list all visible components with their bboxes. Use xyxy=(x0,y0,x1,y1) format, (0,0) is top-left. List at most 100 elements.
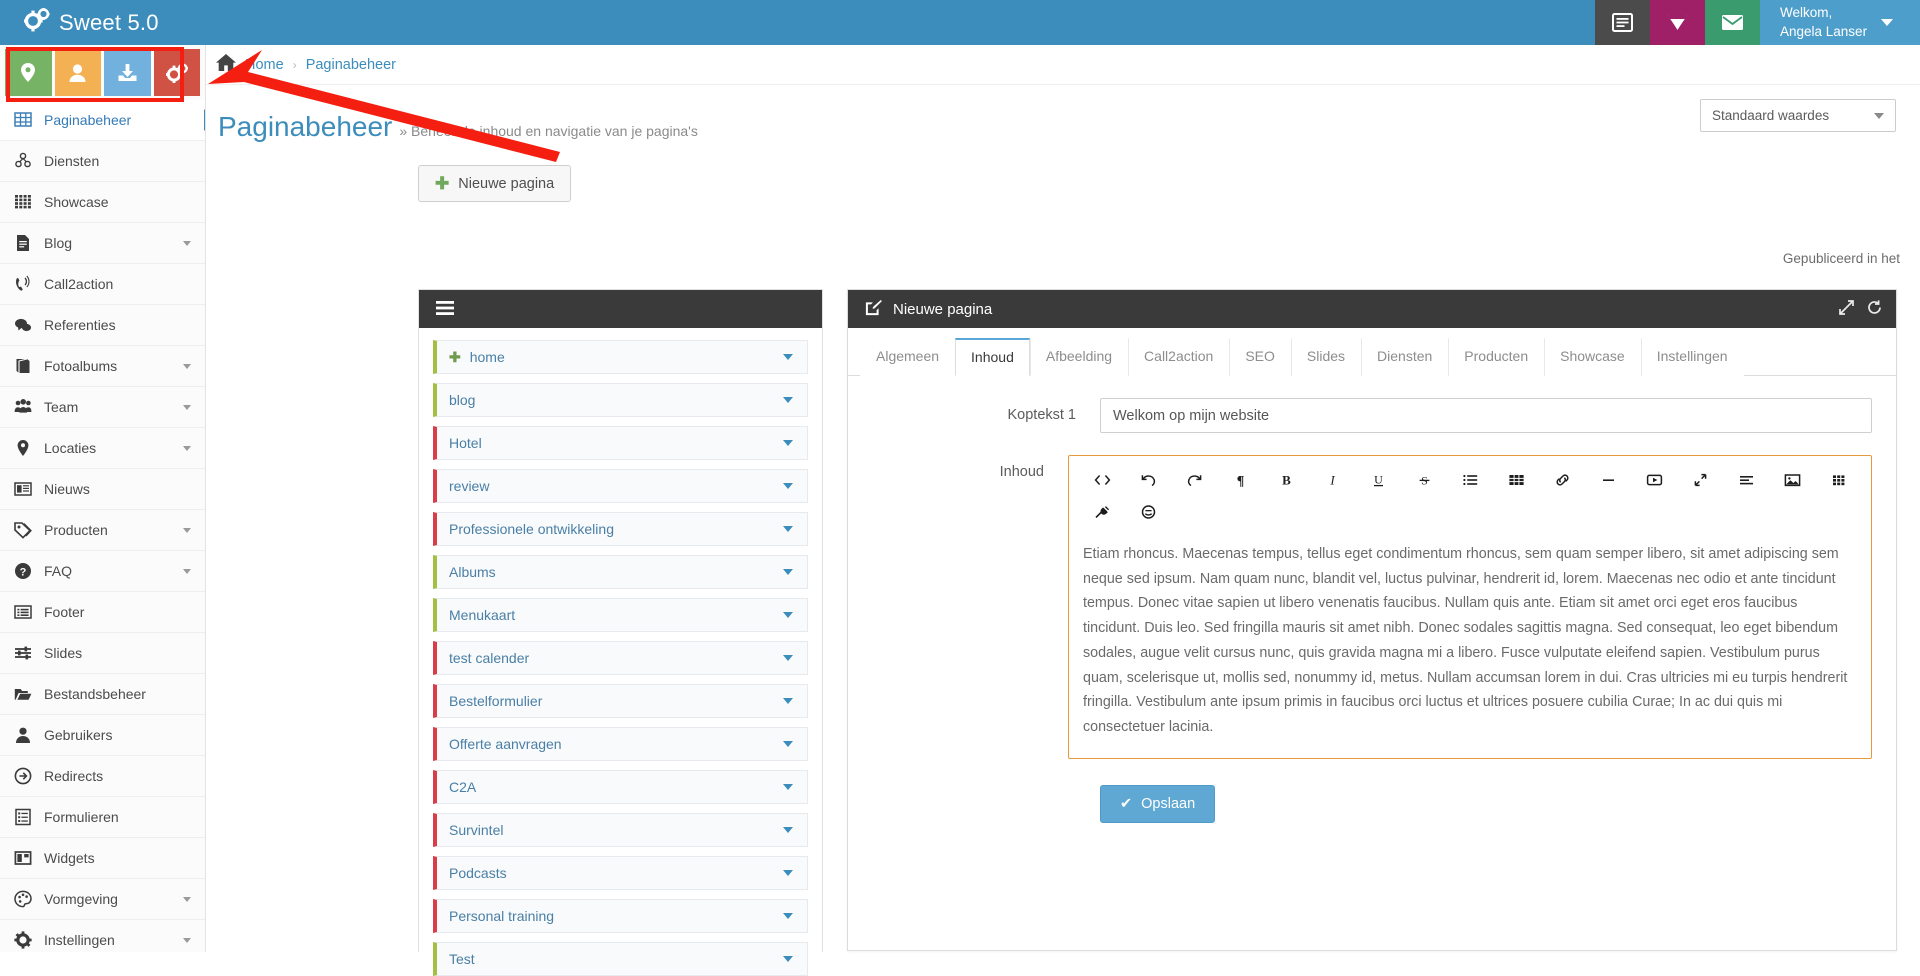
sidebar-item-locaties[interactable]: Locaties xyxy=(0,428,205,469)
hamburger-icon[interactable] xyxy=(436,301,454,318)
page-tree-item[interactable]: Podcasts xyxy=(433,856,808,890)
rich-text-editor[interactable]: ¶BIUS Etiam rhoncus. Maecenas tempus, te… xyxy=(1068,455,1872,759)
sidebar-item-formulieren[interactable]: Formulieren xyxy=(0,797,205,838)
fullscreen-icon[interactable] xyxy=(1677,464,1723,496)
save-button[interactable]: ✔ Opslaan xyxy=(1100,785,1215,823)
underline-icon[interactable]: U xyxy=(1355,464,1401,496)
sidebar-item-footer[interactable]: Footer xyxy=(0,592,205,633)
plugin-icon[interactable] xyxy=(1079,496,1125,528)
sidebar-item-team[interactable]: Team xyxy=(0,387,205,428)
chevron-down-icon[interactable] xyxy=(783,569,793,575)
breadcrumb-current[interactable]: Paginabeheer xyxy=(306,57,396,73)
rte-content-area[interactable]: Etiam rhoncus. Maecenas tempus, tellus e… xyxy=(1069,532,1871,758)
page-tree-item[interactable]: Bestelformulier xyxy=(433,684,808,718)
page-tree-item[interactable]: blog xyxy=(433,383,808,417)
sidebar-item-redirects[interactable]: Redirects xyxy=(0,756,205,797)
sidebar-item-fotoalbums[interactable]: Fotoalbums xyxy=(0,346,205,387)
quick-action-user[interactable] xyxy=(55,49,102,96)
video-icon[interactable] xyxy=(1631,464,1677,496)
quick-action-settings[interactable] xyxy=(154,49,201,96)
user-menu[interactable]: Welkom, Angela Lanser xyxy=(1760,0,1920,45)
sidebar-item-instellingen[interactable]: Instellingen xyxy=(0,920,205,952)
tab-call2action[interactable]: Call2action xyxy=(1128,338,1229,376)
chevron-down-icon[interactable] xyxy=(783,741,793,747)
page-tree-item[interactable]: Albums xyxy=(433,555,808,589)
align-icon[interactable] xyxy=(1723,464,1769,496)
bullet-list-icon[interactable] xyxy=(1447,464,1493,496)
tab-instellingen[interactable]: Instellingen xyxy=(1641,338,1744,376)
page-tree-item[interactable]: Test xyxy=(433,942,808,976)
strikethrough-icon[interactable]: S xyxy=(1401,464,1447,496)
quick-action-download[interactable] xyxy=(104,49,151,96)
sidebar-item-nieuws[interactable]: Nieuws xyxy=(0,469,205,510)
page-tree-item[interactable]: Offerte aanvragen xyxy=(433,727,808,761)
page-tree-item[interactable]: Menukaart xyxy=(433,598,808,632)
chevron-down-icon[interactable] xyxy=(783,397,793,403)
sidebar-item-referenties[interactable]: Referenties xyxy=(0,305,205,346)
tab-seo[interactable]: SEO xyxy=(1229,338,1291,376)
sidebar-item-call2action[interactable]: Call2action xyxy=(0,264,205,305)
sidebar-item-widgets[interactable]: Widgets xyxy=(0,838,205,879)
home-icon[interactable] xyxy=(216,54,236,75)
sidebar-item-blog[interactable]: Blog xyxy=(0,223,205,264)
chevron-down-icon[interactable] xyxy=(783,354,793,360)
tab-diensten[interactable]: Diensten xyxy=(1361,338,1448,376)
page-tree-item[interactable]: Personal training xyxy=(433,899,808,933)
blocks-icon[interactable] xyxy=(1815,464,1861,496)
page-tree-item[interactable]: C2A xyxy=(433,770,808,804)
chevron-down-icon[interactable] xyxy=(783,655,793,661)
tab-algemeen[interactable]: Algemeen xyxy=(860,338,955,376)
koptekst-input[interactable]: Welkom op mijn website xyxy=(1100,398,1872,433)
tab-slides[interactable]: Slides xyxy=(1291,338,1361,376)
new-page-button[interactable]: ✚ Nieuwe pagina xyxy=(418,165,571,202)
diamond-icon[interactable] xyxy=(1650,0,1705,45)
refresh-icon[interactable] xyxy=(1867,300,1882,319)
sidebar-item-faq[interactable]: ?FAQ xyxy=(0,551,205,592)
undo-icon[interactable] xyxy=(1125,464,1171,496)
emoji-icon[interactable] xyxy=(1125,496,1171,528)
chevron-down-icon[interactable] xyxy=(783,698,793,704)
table-icon[interactable] xyxy=(1493,464,1539,496)
source-code-icon[interactable] xyxy=(1079,464,1125,496)
chevron-down-icon[interactable] xyxy=(783,526,793,532)
tab-showcase[interactable]: Showcase xyxy=(1544,338,1641,376)
horizontal-rule-icon[interactable] xyxy=(1585,464,1631,496)
chevron-down-icon[interactable] xyxy=(783,956,793,962)
sidebar-item-producten[interactable]: Producten xyxy=(0,510,205,551)
tab-afbeelding[interactable]: Afbeelding xyxy=(1030,338,1128,376)
redo-icon[interactable] xyxy=(1171,464,1217,496)
chevron-down-icon[interactable] xyxy=(783,827,793,833)
breadcrumb-home[interactable]: Home xyxy=(245,57,284,73)
bold-icon[interactable]: B xyxy=(1263,464,1309,496)
expand-icon[interactable] xyxy=(1839,300,1854,319)
chevron-down-icon[interactable] xyxy=(783,870,793,876)
tab-producten[interactable]: Producten xyxy=(1448,338,1544,376)
sidebar-item-gebruikers[interactable]: Gebruikers xyxy=(0,715,205,756)
italic-icon[interactable]: I xyxy=(1309,464,1355,496)
page-tree-item[interactable]: Hotel xyxy=(433,426,808,460)
chevron-down-icon[interactable] xyxy=(783,913,793,919)
page-tree-item[interactable]: Survintel xyxy=(433,813,808,847)
quick-action-map-marker[interactable] xyxy=(5,49,52,96)
sidebar-item-vormgeving[interactable]: Vormgeving xyxy=(0,879,205,920)
page-tree-item[interactable]: review xyxy=(433,469,808,503)
page-tree-item[interactable]: ✚home xyxy=(433,340,808,374)
sidebar-item-paginabeheer[interactable]: Paginabeheer xyxy=(0,100,205,141)
paragraph-icon[interactable]: ¶ xyxy=(1217,464,1263,496)
sidebar-item-showcase[interactable]: Showcase xyxy=(0,182,205,223)
chevron-down-icon[interactable] xyxy=(783,612,793,618)
page-tree-item[interactable]: test calender xyxy=(433,641,808,675)
sidebar-item-slides[interactable]: Slides xyxy=(0,633,205,674)
envelope-icon[interactable] xyxy=(1705,0,1760,45)
chevron-down-icon[interactable] xyxy=(783,440,793,446)
tab-inhoud[interactable]: Inhoud xyxy=(955,338,1030,376)
sidebar-item-bestandsbeheer[interactable]: Bestandsbeheer xyxy=(0,674,205,715)
chevron-down-icon[interactable] xyxy=(783,483,793,489)
brand-logo[interactable]: Sweet 5.0 xyxy=(0,0,206,45)
plus-icon[interactable]: ✚ xyxy=(449,349,461,366)
chevron-down-icon[interactable] xyxy=(783,784,793,790)
link-icon[interactable] xyxy=(1539,464,1585,496)
notes-icon[interactable] xyxy=(1595,0,1650,45)
sidebar-item-diensten[interactable]: Diensten xyxy=(0,141,205,182)
page-tree-item[interactable]: Professionele ontwikkeling xyxy=(433,512,808,546)
